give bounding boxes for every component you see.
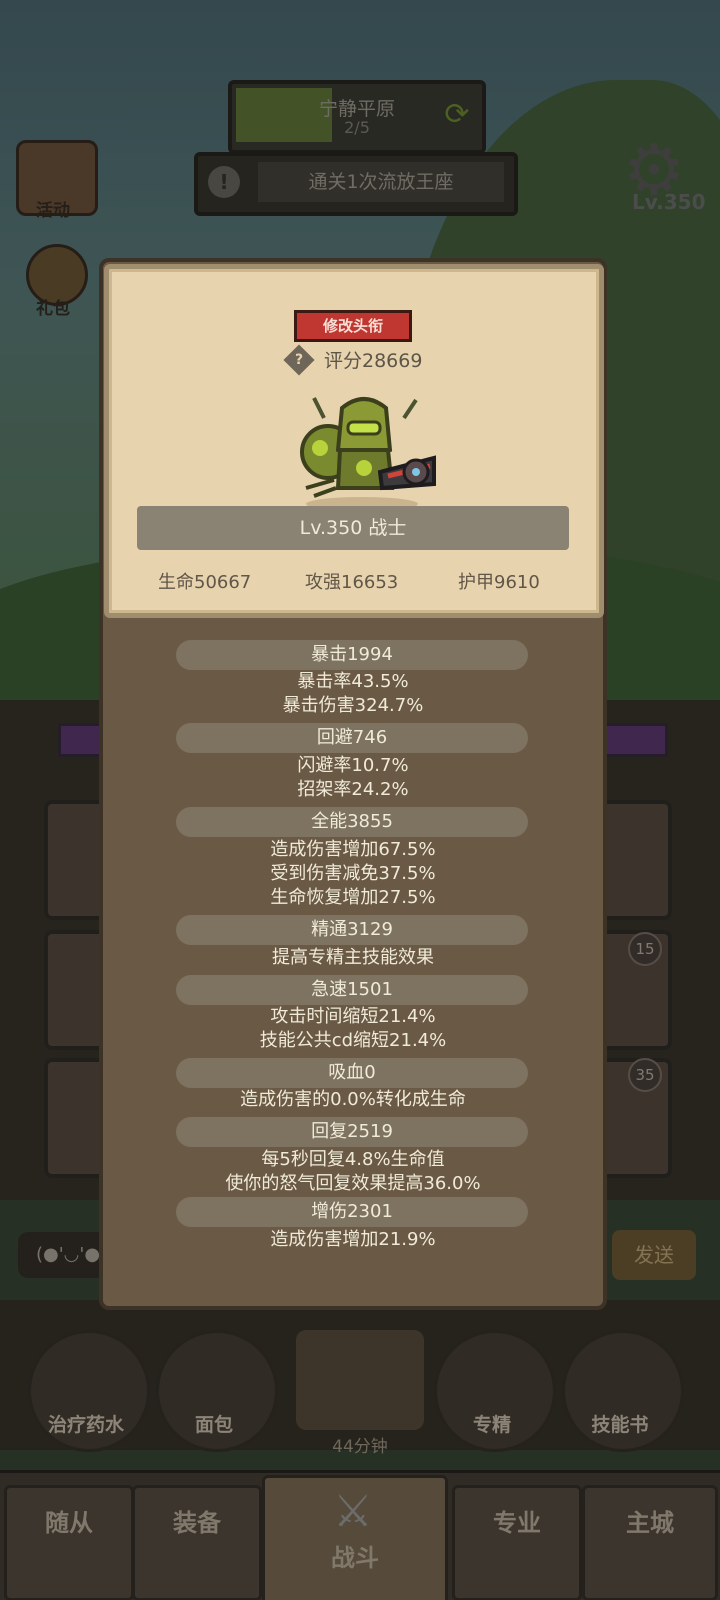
stat-detail: 造成伤害增加67.5% xyxy=(270,839,436,860)
warrior-avatar xyxy=(300,397,436,511)
stat-detail: 造成伤害增加21.9% xyxy=(270,1229,436,1250)
stat-detail: 技能公共cd缩短21.4% xyxy=(259,1030,447,1051)
stat-header: 暴击1994 xyxy=(176,640,528,670)
stat-detail: 生命恢复增加27.5% xyxy=(270,887,436,908)
hp-stat: 生命50667 xyxy=(158,572,252,593)
rename-title-button[interactable]: 修改头衔 xyxy=(294,310,412,342)
stat-detail: 暴击率43.5% xyxy=(297,671,409,692)
stat-header: 回避746 xyxy=(176,723,528,753)
stat-header: 精通3129 xyxy=(176,915,528,945)
stat-detail: 攻击时间缩短21.4% xyxy=(270,1006,436,1027)
stat-detail: 造成伤害的0.0%转化成生命 xyxy=(240,1089,466,1110)
armor-stat: 护甲9610 xyxy=(458,572,540,593)
character-title-bar: Lv.350 战士 xyxy=(137,506,569,550)
stat-detail: 暴击伤害324.7% xyxy=(282,695,424,716)
stat-detail: 受到伤害减免37.5% xyxy=(270,863,436,884)
stat-detail: 提高专精主技能效果 xyxy=(272,947,434,968)
stat-detail: 每5秒回复4.8%生命值 xyxy=(261,1149,445,1170)
stat-detail: 招架率24.2% xyxy=(297,779,409,800)
question-mark-icon: ? xyxy=(294,352,304,368)
stat-header: 增伤2301 xyxy=(176,1197,528,1227)
stat-detail: 闪避率10.7% xyxy=(297,755,409,776)
stat-header: 回复2519 xyxy=(176,1117,528,1147)
stat-detail: 使你的怒气回复效果提高36.0% xyxy=(225,1173,481,1194)
stat-header: 吸血0 xyxy=(176,1058,528,1088)
attack-stat: 攻强16653 xyxy=(305,572,399,593)
stat-header: 全能3855 xyxy=(176,807,528,837)
score-text: 评分28669 xyxy=(324,350,423,372)
stat-header: 急速1501 xyxy=(176,975,528,1005)
